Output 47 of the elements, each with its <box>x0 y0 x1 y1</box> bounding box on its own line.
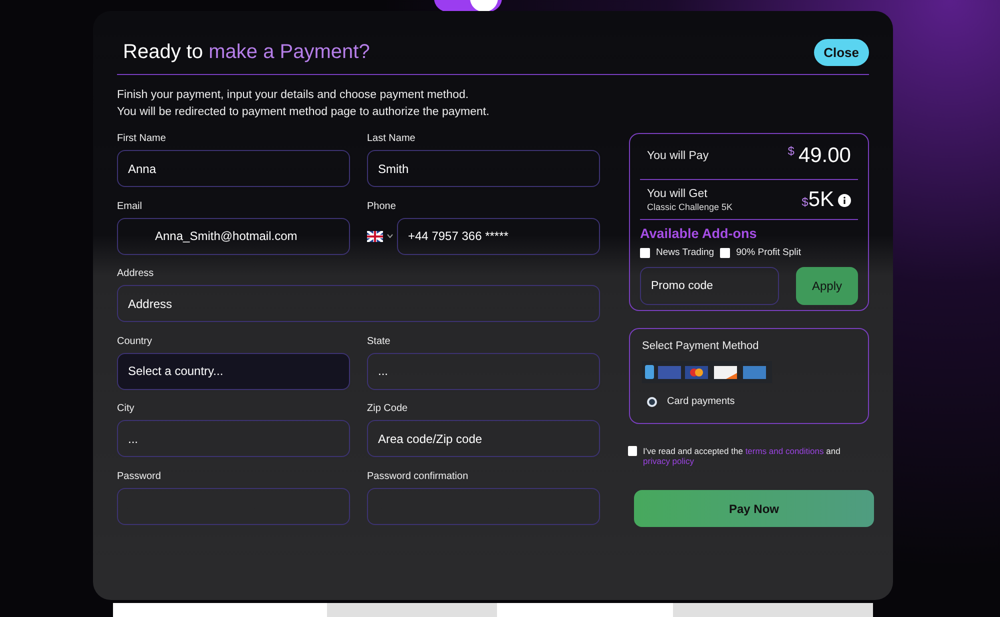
country-select[interactable]: Select a country... <box>117 352 350 390</box>
input-field[interactable]: Area code/Zip code <box>367 420 600 457</box>
close-button[interactable]: Close <box>814 39 869 66</box>
terms-checkbox[interactable] <box>628 446 638 456</box>
input-field[interactable]: ... <box>367 352 600 390</box>
password-field[interactable] <box>367 488 600 524</box>
promo-field[interactable]: Promo code <box>640 267 779 305</box>
terms-text: I've read and accepted the terms and conditions and privacy policy <box>643 446 842 466</box>
addon-label: 90% Profit Split <box>736 247 802 258</box>
input-field[interactable]: ... <box>117 420 350 457</box>
field-label: First Name <box>117 133 167 146</box>
get-label: You will Get <box>647 188 708 200</box>
field-label: Country <box>117 336 154 348</box>
field-label: Email <box>117 200 144 214</box>
apply-button[interactable]: Apply <box>796 267 858 305</box>
field-label: Password <box>117 470 162 484</box>
field-label: City <box>117 403 136 416</box>
plan-name: Classic Challenge 5K <box>647 202 733 212</box>
pay-label: You will Pay <box>647 150 709 162</box>
flag-icon[interactable] <box>367 230 383 242</box>
payment-title: Select Payment Method <box>642 340 760 352</box>
field-label: State <box>367 336 392 348</box>
addon-checkbox[interactable] <box>720 248 730 258</box>
field-label: Zip Code <box>367 403 409 416</box>
field-label: Password confirmation <box>367 470 470 484</box>
intro-text: Finish your payment, input your details and choose payment method. You will be redirected to payment method page to authorize the payment. <box>117 88 490 120</box>
input-field[interactable]: Address <box>117 285 600 322</box>
addon-checkbox[interactable] <box>640 248 650 258</box>
chevron-icon[interactable] <box>387 234 393 238</box>
get-amount: $5K <box>802 188 834 212</box>
addons-title: Available Add-ons <box>640 226 758 241</box>
field-label: Address <box>117 268 155 281</box>
input-field[interactable]: Smith <box>367 150 600 187</box>
card-logos-icon <box>642 361 772 383</box>
password-field[interactable] <box>117 488 350 524</box>
radio-button[interactable] <box>647 396 657 406</box>
info-icon[interactable] <box>838 194 851 206</box>
dialog-title: Ready to make a Payment? <box>123 41 370 64</box>
field-label: Last Name <box>367 133 416 146</box>
input-field[interactable]: Anna_Smith@hotmail.com <box>117 218 350 254</box>
pay-now-button[interactable]: Pay Now <box>634 490 874 527</box>
payment-option[interactable]: Card payments <box>642 396 856 407</box>
addon-label: News Trading <box>656 247 714 258</box>
field-label: Phone <box>367 200 397 214</box>
input-field[interactable]: Anna <box>117 150 350 187</box>
pay-amount: $ 49.00 <box>788 144 851 168</box>
phone-field[interactable]: +44 7957 366 ***** <box>397 218 600 254</box>
